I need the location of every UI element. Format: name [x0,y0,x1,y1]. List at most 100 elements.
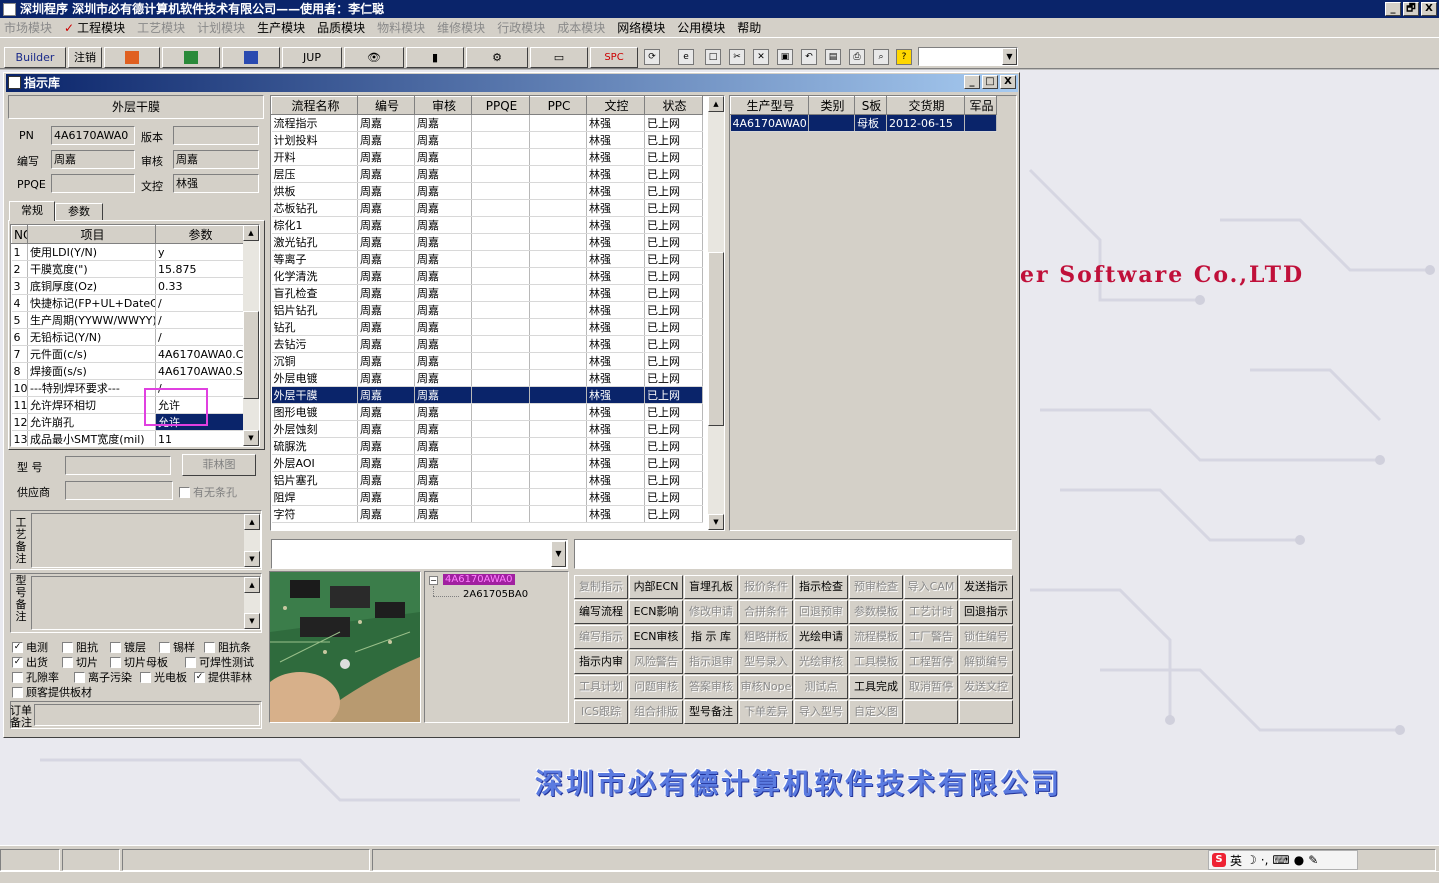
action-button[interactable]: 工具完成 [849,675,903,699]
checkbox-box[interactable] [62,641,73,653]
param-row[interactable]: 13 成品最小SMT宽度(mil) 11 [11,430,244,446]
flow-grid[interactable]: 流程名称 编号 审核 PPQE PPC 文控 状态 流程指示 周嘉 周嘉 林强 已上网 计划投料 周嘉周… [270,95,725,531]
keyboard-icon[interactable]: ⌨ [1272,853,1289,867]
doc-control-field[interactable]: 林强 [173,174,259,193]
refresh-icon[interactable]: ⟳ [644,49,660,65]
checkbox-box[interactable] [204,641,215,653]
action-button[interactable]: 回退指示 [959,600,1013,624]
checkbox-box[interactable] [185,656,196,668]
action-button[interactable]: 工程暂停 [904,650,958,674]
action-button[interactable]: 答案审核 [684,675,738,699]
flow-row[interactable]: 图形电镀 周嘉 周嘉 林强 已上网 [271,403,703,421]
model-note-scrollbar[interactable]: ▲ ▼ [244,577,260,629]
restore-button[interactable]: 🗗 [1403,2,1419,16]
flow-row[interactable]: 外层AOI 周嘉 周嘉 林强 已上网 [271,454,703,472]
tree-child-node[interactable]: 2A61705BA0 [463,589,528,600]
jup-button[interactable]: JUP [282,47,342,68]
ime-mode-label[interactable]: 英 [1230,852,1242,869]
flow-row[interactable]: 盲孔检查 周嘉 周嘉 林强 已上网 [271,284,703,302]
option-checkbox[interactable]: 光电板 [140,669,187,685]
option-checkbox[interactable]: 锡样 [159,639,195,655]
action-button[interactable]: 解锁编号 [959,650,1013,674]
delete-icon[interactable]: ✕ [753,49,769,65]
toolbar-combo[interactable]: ▼ [918,47,1018,66]
param-row[interactable]: 12 允许崩孔 允许 [11,413,244,431]
action-button[interactable]: 审核Nope [739,675,793,699]
action-button[interactable]: 回退预审 [794,600,848,624]
instruction-text-field[interactable] [574,539,1012,569]
action-button[interactable]: 自定义图 [849,700,903,724]
action-button[interactable] [904,700,958,724]
param-row[interactable]: 6 无铅标记(Y/N) / [11,328,244,346]
menu-item[interactable]: 物料模块 [377,19,425,36]
option-checkbox[interactable]: 阻抗 [62,639,98,655]
flow-row[interactable]: 钻孔 周嘉 周嘉 林强 已上网 [271,318,703,336]
action-button[interactable]: 导入型号 [794,700,848,724]
user-icon[interactable]: ● [1294,853,1304,867]
chevron-down-icon[interactable]: ▼ [1002,48,1017,65]
menu-item[interactable]: 维修模块 [437,19,485,36]
option-checkbox[interactable]: 阻抗条 [204,639,251,655]
action-button[interactable]: 修改申请 [684,600,738,624]
menu-item[interactable]: 公用模块 [677,19,725,36]
action-button[interactable]: 指示内审 [574,650,628,674]
builder-button[interactable]: Builder [4,47,66,68]
cut-icon[interactable]: ✂ [729,49,745,65]
param-row[interactable]: 10 ---特别焊环要求--- / [11,379,244,397]
action-button[interactable]: 下单差异 [739,700,793,724]
flow-col-header[interactable]: PPQE [471,96,530,115]
param-grid[interactable]: NO 项目 参数 1使用LDI(Y/N)y2干膜宽度(")15.8753底铜厚度… [10,224,260,447]
action-button[interactable]: ICS跟踪 [574,700,628,724]
action-button[interactable]: 锁住编号 [959,625,1013,649]
help-icon[interactable]: ? [896,49,912,65]
flow-row[interactable]: 等离子 周嘉 周嘉 林强 已上网 [271,250,703,268]
eye-button[interactable]: 👁 [344,47,404,68]
process-note-input[interactable]: ▲ ▼ [31,513,261,568]
model-tree[interactable]: − 4A6170AWA0 2A61705BA0 [424,571,569,723]
checkbox-box[interactable] [74,671,85,683]
window-maximize-button[interactable]: □ [982,75,998,89]
supplier-field[interactable] [65,481,173,500]
model-note-input[interactable]: ▲ ▼ [31,576,261,630]
flow-row[interactable]: 硫脲洗 周嘉 周嘉 林强 已上网 [271,437,703,455]
param-scrollbar[interactable]: ▲ ▼ [243,225,259,446]
checkmark-icon[interactable]: ✓ [194,671,205,683]
action-button[interactable]: 组合排版 [629,700,683,724]
menu-item[interactable]: 生产模块 [257,19,305,36]
action-button[interactable]: 测试点 [794,675,848,699]
chevron-down-icon[interactable]: ▼ [551,541,566,567]
tab-general[interactable]: 常规 [9,201,55,221]
flow-row[interactable]: 铝片塞孔 周嘉 周嘉 林强 已上网 [271,471,703,489]
action-button[interactable]: 型号备注 [684,700,738,724]
product-col-header[interactable]: 生产型号 [730,96,809,115]
spc-button[interactable]: SPC [590,47,638,68]
flow-row[interactable]: 流程指示 周嘉 周嘉 林强 已上网 [271,114,703,132]
action-button[interactable]: 问题审核 [629,675,683,699]
punctuation-icon[interactable]: ·, [1261,853,1269,867]
process-note-scrollbar[interactable]: ▲ ▼ [244,514,260,567]
product-col-header[interactable]: S板 [854,96,887,115]
menu-item[interactable]: 网络模块 [617,19,665,36]
menu-item[interactable]: 市场模块 [4,19,52,36]
action-button[interactable]: 盲埋孔板 [684,575,738,599]
action-button[interactable]: 取消暂停 [904,675,958,699]
flow-combo[interactable]: ▼ [271,539,568,569]
network-button[interactable]: ⚙ [466,47,528,68]
checkbox-box[interactable] [110,656,121,668]
param-row[interactable]: 11 允许焊环相切 允许 [11,396,244,414]
flow-row[interactable]: 层压 周嘉 周嘉 林强 已上网 [271,165,703,183]
instruction-library-window[interactable]: 指示库 _ □ X 外层干膜 PN 4A6170AWA0 版本 编写 周嘉 审核… [3,72,1020,738]
flow-col-header[interactable]: 编号 [357,96,415,115]
flow-row[interactable]: 沉铜 周嘉 周嘉 林强 已上网 [271,352,703,370]
scroll-up-icon[interactable]: ▲ [244,577,260,593]
param-col-value[interactable]: 参数 [155,225,244,244]
checkbox-box[interactable] [62,656,73,668]
menu-item[interactable]: 帮助 [737,19,761,36]
powerpoint-button[interactable] [104,47,160,68]
checkbox-box[interactable] [110,641,121,653]
menu-item[interactable]: 工程模块 [77,19,125,36]
browser-icon[interactable]: e [678,49,694,65]
writer-field[interactable]: 周嘉 [51,150,135,169]
flow-row[interactable]: 开料 周嘉 周嘉 林强 已上网 [271,148,703,166]
menu-item[interactable]: 成本模块 [557,19,605,36]
